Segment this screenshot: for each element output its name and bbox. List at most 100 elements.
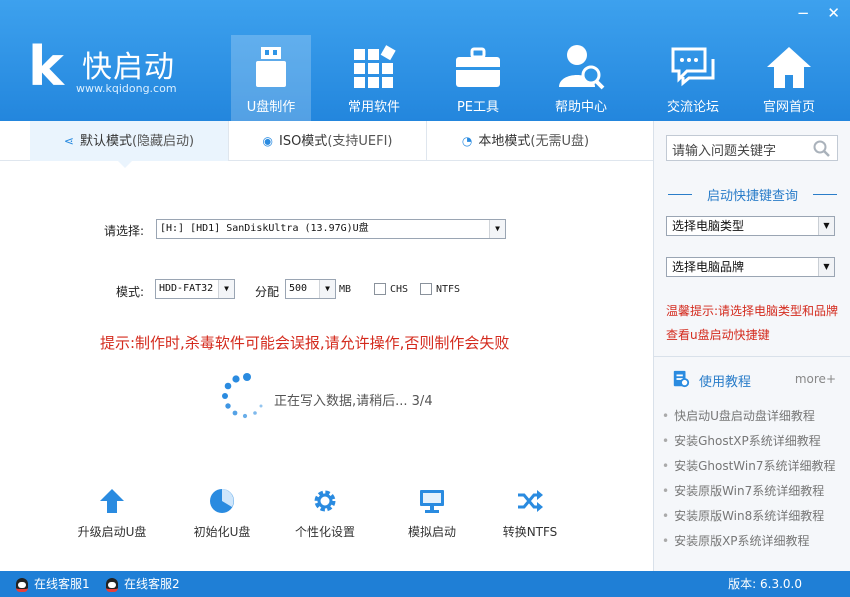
- chevron-down-icon: ▼: [818, 258, 834, 276]
- chs-label: CHS: [390, 284, 409, 295]
- simulate-boot-button[interactable]: 模拟启动: [382, 487, 482, 540]
- disk-select-value: [H:] [HD1] SanDiskUltra (13.97G)U盘: [160, 223, 369, 234]
- nav-software[interactable]: 常用软件: [334, 35, 414, 121]
- online-service-1[interactable]: 在线客服1: [16, 575, 90, 593]
- tab-default-mode[interactable]: ⋖ 默认模式(隐藏启动): [30, 121, 228, 161]
- chat-bubbles-icon: [671, 47, 715, 87]
- nav-usb-make[interactable]: U盘制作: [231, 35, 311, 121]
- document-icon: [673, 370, 690, 388]
- convert-ntfs-button[interactable]: 转换NTFS: [480, 487, 580, 540]
- init-usb-button[interactable]: 初始化U盘: [172, 487, 272, 540]
- mode-select-value: HDD-FAT32: [159, 283, 214, 294]
- tutorial-link[interactable]: 安装原版Win8系统详细教程: [662, 504, 847, 529]
- penguin-icon: [16, 577, 28, 592]
- window-controls: − ✕: [797, 4, 840, 22]
- alloc-select[interactable]: 500 ▼: [285, 279, 336, 299]
- tab-label: 本地模式: [478, 134, 531, 149]
- personalize-button[interactable]: 个性化设置: [275, 487, 375, 540]
- pc-brand-select[interactable]: 选择电脑品牌 ▼: [666, 257, 835, 277]
- share-icon: ⋖: [63, 134, 74, 148]
- alloc-select-value: 500: [289, 283, 308, 294]
- loading-spinner-icon: [222, 373, 263, 419]
- nav-homepage[interactable]: 官网首页: [749, 35, 829, 121]
- tutorial-list: 快启动U盘启动盘详细教程 安装GhostXP系统详细教程 安装GhostWin7…: [662, 404, 847, 554]
- nav-label: U盘制作: [246, 100, 296, 115]
- status-bar: 在线客服1 在线客服2 版本: 6.3.0.0: [0, 571, 850, 597]
- tool-label: 转换NTFS: [502, 525, 558, 539]
- tab-iso-mode[interactable]: ◉ ISO模式(支持UEFI): [228, 121, 426, 161]
- wifi-icon: ◔: [461, 134, 473, 148]
- shortcut-query-title: 启动快捷键查询: [654, 185, 850, 204]
- mode-select[interactable]: HDD-FAT32 ▼: [155, 279, 235, 299]
- brand-name: 快启动: [82, 50, 175, 85]
- pc-type-select[interactable]: 选择电脑类型 ▼: [666, 216, 835, 236]
- chevron-down-icon: ▼: [218, 280, 234, 298]
- tab-sublabel: (无需U盘): [530, 134, 590, 149]
- more-link[interactable]: more+: [795, 372, 836, 386]
- search-input[interactable]: 请输入问题关键字: [666, 135, 838, 161]
- tip-text: 温馨提示:请选择电脑类型和品牌查看u盘启动快捷键: [666, 304, 839, 342]
- divider: [654, 356, 850, 357]
- tab-label: ISO模式: [278, 134, 328, 149]
- shuffle-icon: [518, 490, 543, 512]
- logo-k-mark: k: [28, 35, 64, 98]
- chevron-down-icon: ▼: [319, 280, 335, 298]
- upgrade-usb-button[interactable]: 升级启动U盘: [62, 487, 162, 540]
- tool-label: 个性化设置: [294, 525, 355, 539]
- warning-text: 提示:制作时,杀毒软件可能会误报,请允许操作,否则制作会失败: [100, 334, 510, 352]
- mode-label: 模式:: [116, 285, 145, 299]
- tutorial-link[interactable]: 安装原版Win7系统详细教程: [662, 479, 847, 504]
- search-icon[interactable]: [813, 140, 831, 158]
- monitor-icon: [420, 490, 444, 513]
- tab-local-mode[interactable]: ◔ 本地模式(无需U盘): [426, 121, 624, 161]
- main-content: ⋖ 默认模式(隐藏启动) ◉ ISO模式(支持UEFI) ◔ 本地模式(无需U盘) 请…: [0, 121, 653, 571]
- alloc-unit: MB: [339, 284, 352, 295]
- nav-help[interactable]: 帮助中心: [541, 35, 621, 121]
- service-label: 在线客服1: [34, 577, 90, 591]
- user-search-icon: [559, 45, 605, 90]
- nav-label: 帮助中心: [554, 100, 607, 115]
- usb-drive-icon: [256, 47, 286, 87]
- nav-pe-tools[interactable]: PE工具: [438, 35, 518, 121]
- home-icon: [767, 47, 811, 88]
- tab-label: 默认模式: [79, 134, 132, 149]
- disk-select[interactable]: [H:] [HD1] SanDiskUltra (13.97G)U盘 ▼: [156, 219, 506, 239]
- gear-icon: [314, 490, 336, 512]
- nav-label: 交流论坛: [666, 100, 719, 115]
- chevron-down-icon: ▼: [818, 217, 834, 235]
- disk-select-label: 请选择:: [104, 224, 145, 238]
- tutorial-header: 使用教程 more+: [672, 369, 840, 391]
- pie-icon: [210, 489, 234, 513]
- tool-label: 升级启动U盘: [77, 525, 147, 539]
- nav-label: 常用软件: [347, 100, 400, 115]
- logo: k 快启动 www.kqidong.com: [28, 38, 208, 98]
- close-button[interactable]: ✕: [827, 4, 840, 22]
- nav-label: PE工具: [456, 100, 500, 115]
- nav-label: 官网首页: [762, 100, 815, 115]
- tool-label: 模拟启动: [407, 525, 456, 539]
- online-service-2[interactable]: 在线客服2: [106, 575, 180, 593]
- app-window: k 快启动 www.kqidong.com − ✕ U盘制作 常用软件 PE工具…: [0, 0, 850, 597]
- tool-label: 初始化U盘: [193, 525, 251, 539]
- minimize-button[interactable]: −: [797, 4, 810, 22]
- tab-sublabel: (隐藏启动): [131, 134, 195, 149]
- chevron-down-icon: ▼: [489, 220, 505, 238]
- nav-forum[interactable]: 交流论坛: [653, 35, 733, 121]
- alloc-label: 分配: [255, 285, 280, 299]
- disc-icon: ◉: [262, 134, 273, 148]
- tutorial-title: 使用教程: [699, 375, 752, 390]
- search-placeholder: 请输入问题关键字: [672, 144, 777, 159]
- chs-checkbox[interactable]: [374, 283, 386, 295]
- pc-brand-value: 选择电脑品牌: [672, 260, 745, 274]
- tutorial-link[interactable]: 安装GhostWin7系统详细教程: [662, 454, 847, 479]
- brand-url: www.kqidong.com: [76, 82, 177, 95]
- tutorial-link[interactable]: 快启动U盘启动盘详细教程: [662, 404, 847, 429]
- tutorial-link[interactable]: 安装GhostXP系统详细教程: [662, 429, 847, 454]
- ntfs-checkbox[interactable]: [420, 283, 432, 295]
- ntfs-label: NTFS: [436, 284, 461, 295]
- upload-arrow-icon: [100, 489, 124, 513]
- progress-text: 正在写入数据,请稍后... 3/4: [274, 394, 433, 409]
- tab-pointer: [118, 161, 132, 168]
- header-bar: k 快启动 www.kqidong.com − ✕ U盘制作 常用软件 PE工具…: [0, 0, 850, 121]
- tutorial-link[interactable]: 安装原版XP系统详细教程: [662, 529, 847, 554]
